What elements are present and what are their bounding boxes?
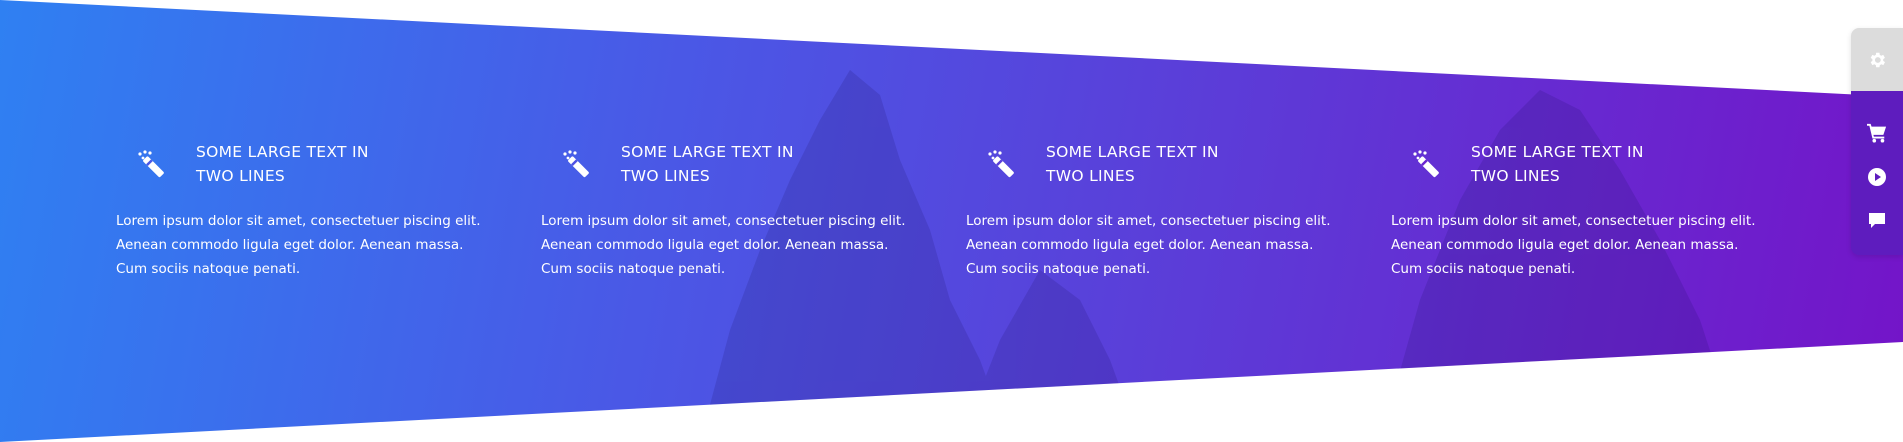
magic-wand-icon	[1413, 150, 1439, 178]
feature-description: Lorem ipsum dolor sit amet, consectetuer…	[116, 213, 481, 277]
play-button[interactable]	[1851, 155, 1903, 199]
feature-title-line-1: SOME LARGE TEXT IN	[1046, 143, 1219, 161]
feature-description: Lorem ipsum dolor sit amet, consectetuer…	[1391, 213, 1756, 277]
gear-icon	[1870, 52, 1885, 67]
magic-wand-icon	[988, 150, 1014, 178]
feature-title-line-2: TWO LINES	[1471, 167, 1561, 185]
feature-title-line-2: TWO LINES	[621, 167, 711, 185]
feature-title: SOME LARGE TEXT IN TWO LINES	[621, 140, 841, 188]
feature-item: SOME LARGE TEXT IN TWO LINES Lorem ipsum…	[541, 140, 966, 281]
feature-item: SOME LARGE TEXT IN TWO LINES Lorem ipsum…	[116, 140, 541, 281]
cart-icon	[1867, 123, 1887, 143]
feature-title: SOME LARGE TEXT IN TWO LINES	[196, 140, 416, 188]
feature-title: SOME LARGE TEXT IN TWO LINES	[1471, 140, 1691, 188]
play-icon	[1868, 168, 1886, 186]
feature-header: SOME LARGE TEXT IN TWO LINES	[1391, 140, 1816, 188]
feature-title-line-1: SOME LARGE TEXT IN	[1471, 143, 1644, 161]
side-tools	[1851, 91, 1903, 255]
feature-description: Lorem ipsum dolor sit amet, consectetuer…	[541, 213, 906, 277]
feature-description: Lorem ipsum dolor sit amet, consectetuer…	[966, 213, 1331, 277]
magic-wand-icon	[563, 150, 589, 178]
feature-item: SOME LARGE TEXT IN TWO LINES Lorem ipsum…	[966, 140, 1391, 281]
chat-icon	[1869, 213, 1885, 228]
cart-button[interactable]	[1851, 111, 1903, 155]
feature-title-line-2: TWO LINES	[1046, 167, 1136, 185]
floating-side-panel	[1851, 28, 1903, 255]
feature-title: SOME LARGE TEXT IN TWO LINES	[1046, 140, 1266, 188]
feature-title-line-1: SOME LARGE TEXT IN	[621, 143, 794, 161]
feature-header: SOME LARGE TEXT IN TWO LINES	[116, 140, 541, 188]
settings-button[interactable]	[1851, 28, 1903, 91]
feature-header: SOME LARGE TEXT IN TWO LINES	[541, 140, 966, 188]
feature-title-line-1: SOME LARGE TEXT IN	[196, 143, 369, 161]
features-row: SOME LARGE TEXT IN TWO LINES Lorem ipsum…	[116, 140, 1816, 281]
feature-item: SOME LARGE TEXT IN TWO LINES Lorem ipsum…	[1391, 140, 1816, 281]
feature-header: SOME LARGE TEXT IN TWO LINES	[966, 140, 1391, 188]
feature-title-line-2: TWO LINES	[196, 167, 286, 185]
magic-wand-icon	[138, 150, 164, 178]
chat-button[interactable]	[1851, 199, 1903, 243]
